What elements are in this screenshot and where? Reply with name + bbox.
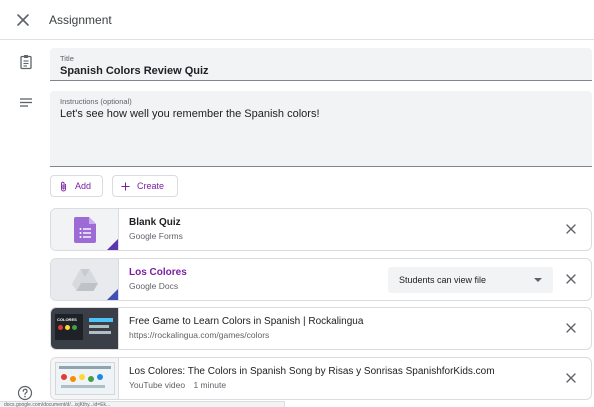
game-stripe (89, 318, 113, 322)
game-stripe (89, 331, 111, 334)
instructions-field[interactable]: Instructions (optional) Let's see how we… (50, 91, 592, 167)
create-label: Create (137, 181, 165, 191)
game-badge: COLORES (57, 317, 77, 322)
video-title-bar (59, 366, 111, 369)
attachment-card[interactable]: Los Colores: The Colors in Spanish Song … (50, 357, 592, 400)
game-stripe (89, 325, 109, 328)
video-source: YouTube video (129, 380, 186, 390)
attachment-thumbnail (51, 358, 119, 399)
attachment-subtitle: Google Docs (129, 281, 179, 291)
google-forms-icon (74, 217, 96, 243)
attachment-thumbnail (51, 209, 119, 250)
attachment-subtitle: Google Forms (129, 231, 183, 241)
color-dot (58, 325, 63, 330)
attachment-subtitle: https://rockalingua.com/games/colors (129, 330, 270, 340)
attachment-title[interactable]: Los Colores: The Colors in Spanish Song … (129, 366, 495, 377)
remove-attachment-icon[interactable] (565, 223, 577, 235)
title-field[interactable]: Title Spanish Colors Review Quiz (50, 48, 592, 81)
video-duration: 1 minute (193, 380, 227, 390)
color-dot (88, 376, 94, 382)
notes-icon (20, 98, 32, 107)
color-dot (72, 325, 77, 330)
attachment-card[interactable]: COLORES Free Game to Learn Colors in Spa… (50, 307, 592, 350)
close-icon[interactable] (13, 10, 33, 30)
attachment-card[interactable]: Los Colores Google Docs Students can vie… (50, 258, 592, 301)
help-icon[interactable] (17, 385, 33, 401)
attachment-title[interactable]: Free Game to Learn Colors in Spanish | R… (129, 316, 363, 327)
permission-dropdown[interactable]: Students can view file (388, 267, 553, 293)
remove-attachment-icon[interactable] (565, 322, 577, 334)
attachment-subtitle: YouTube video 1 minute (129, 380, 226, 390)
corner-badge (107, 239, 118, 250)
create-button[interactable]: Create (112, 175, 178, 197)
attachment-title[interactable]: Los Colores (129, 267, 187, 278)
page-title: Assignment (49, 13, 112, 27)
remove-attachment-icon[interactable] (565, 372, 577, 384)
color-dot (65, 325, 70, 330)
status-bar-url: docs.google.com/document/d/...ixjKthy...… (0, 401, 285, 407)
dropdown-arrow-icon (534, 278, 542, 282)
assignment-icon (20, 55, 32, 70)
attachment-title[interactable]: Blank Quiz (129, 217, 181, 228)
attachment-card[interactable]: Blank Quiz Google Forms (50, 208, 592, 251)
instructions-label: Instructions (optional) (60, 97, 132, 106)
attachment-thumbnail: COLORES (51, 308, 119, 349)
add-button[interactable]: Add (50, 175, 103, 197)
corner-badge (107, 289, 118, 300)
permission-label: Students can view file (399, 275, 487, 285)
color-dot (79, 374, 85, 380)
attachment-thumbnail (51, 259, 119, 300)
remove-attachment-icon[interactable] (565, 273, 577, 285)
color-dot (70, 376, 76, 382)
title-input[interactable]: Spanish Colors Review Quiz (60, 65, 209, 77)
paperclip-icon (61, 181, 66, 191)
title-label: Title (60, 54, 74, 63)
instructions-input[interactable]: Let's see how well you remember the Span… (60, 108, 320, 120)
plus-icon (121, 182, 130, 190)
color-dot (61, 374, 67, 380)
top-bar: Assignment (0, 0, 594, 40)
add-label: Add (75, 181, 92, 191)
google-drive-icon (72, 269, 98, 291)
color-dot (97, 374, 103, 380)
video-caption-bar (61, 385, 105, 388)
